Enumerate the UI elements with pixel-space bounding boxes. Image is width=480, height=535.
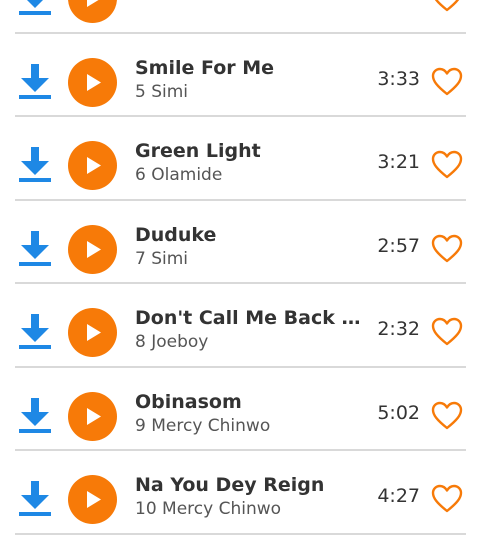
- heart-outline-icon: [431, 67, 463, 95]
- download-icon[interactable]: [18, 146, 52, 184]
- heart-outline-icon: [431, 150, 463, 179]
- track-subtitle: 5 Simi: [135, 81, 188, 103]
- track-duration: 2:57: [377, 234, 420, 257]
- track-row[interactable]: [0, 0, 480, 34]
- favorite-button[interactable]: [431, 234, 463, 264]
- track-title: Na You Dey Reign: [135, 474, 325, 496]
- track-title: Green Light: [135, 140, 261, 162]
- play-icon: [87, 0, 99, 7]
- play-button[interactable]: [68, 224, 117, 274]
- track-row[interactable]: Green Light 6 Olamide 3:21: [0, 117, 480, 201]
- heart-outline-icon: [431, 484, 463, 513]
- download-icon[interactable]: [18, 0, 52, 17]
- track-artist: Simi: [151, 248, 189, 269]
- track-row[interactable]: Obinasom 9 Mercy Chinwo 5:02: [0, 368, 480, 452]
- play-icon: [87, 157, 101, 174]
- track-list: Smile For Me 5 Simi 3:33 Green Light 6 O…: [0, 0, 480, 535]
- track-number: 6: [135, 165, 146, 185]
- play-icon: [87, 240, 101, 258]
- play-icon: [87, 491, 101, 508]
- track-subtitle: 8 Joeboy: [135, 331, 208, 353]
- heart-outline-icon: [431, 401, 463, 429]
- favorite-button[interactable]: [431, 150, 463, 180]
- play-button[interactable]: [68, 308, 117, 357]
- track-row[interactable]: Smile For Me 5 Simi 3:33: [0, 34, 480, 118]
- play-icon: [87, 73, 101, 91]
- play-icon: [87, 407, 101, 425]
- track-artist: Mercy Chinwo: [162, 499, 282, 519]
- heart-outline-icon: [434, 0, 460, 12]
- play-button[interactable]: [68, 475, 117, 524]
- heart-outline-icon: [431, 317, 463, 346]
- track-artist: Joeboy: [151, 332, 209, 352]
- download-icon[interactable]: [18, 230, 52, 268]
- track-duration: 2:32: [377, 318, 420, 340]
- track-title: Duduke: [135, 223, 217, 246]
- track-row[interactable]: Na You Dey Reign 10 Mercy Chinwo 4:27: [0, 451, 480, 535]
- play-button[interactable]: [68, 57, 117, 107]
- track-row[interactable]: Duduke 7 Simi 2:57: [0, 201, 480, 285]
- track-title: Don't Call Me Back f...: [135, 307, 363, 329]
- favorite-button[interactable]: [431, 401, 463, 431]
- play-icon: [87, 324, 101, 341]
- download-icon[interactable]: [18, 313, 52, 351]
- play-button[interactable]: [68, 0, 117, 23]
- play-button[interactable]: [68, 141, 117, 190]
- track-subtitle: 6 Olamide: [135, 164, 222, 186]
- download-icon[interactable]: [18, 397, 52, 435]
- track-number: 5: [135, 81, 146, 102]
- play-button[interactable]: [68, 391, 117, 441]
- download-icon[interactable]: [18, 63, 52, 101]
- track-duration: 5:02: [377, 401, 420, 424]
- track-subtitle: 9 Mercy Chinwo: [135, 415, 270, 437]
- favorite-button[interactable]: [431, 484, 463, 514]
- favorite-button[interactable]: [431, 0, 463, 13]
- track-title: Smile For Me: [135, 56, 275, 79]
- track-duration: 3:33: [377, 67, 420, 90]
- download-icon[interactable]: [18, 480, 52, 518]
- track-row[interactable]: Don't Call Me Back f... 8 Joeboy 2:32: [0, 284, 480, 368]
- favorite-button[interactable]: [431, 317, 463, 347]
- track-subtitle: 7 Simi: [135, 248, 188, 270]
- track-duration: 3:21: [377, 151, 420, 173]
- track-artist: Olamide: [151, 165, 223, 185]
- track-duration: 4:27: [377, 485, 420, 507]
- track-number: 8: [135, 332, 146, 352]
- track-title: Obinasom: [135, 390, 242, 413]
- track-number: 7: [135, 248, 146, 269]
- track-artist: Simi: [151, 81, 189, 102]
- track-number: 10: [135, 499, 157, 519]
- heart-outline-icon: [431, 234, 463, 262]
- track-subtitle: 10 Mercy Chinwo: [135, 498, 281, 520]
- favorite-button[interactable]: [431, 67, 463, 97]
- track-number: 9: [135, 415, 146, 436]
- track-artist: Mercy Chinwo: [151, 415, 271, 436]
